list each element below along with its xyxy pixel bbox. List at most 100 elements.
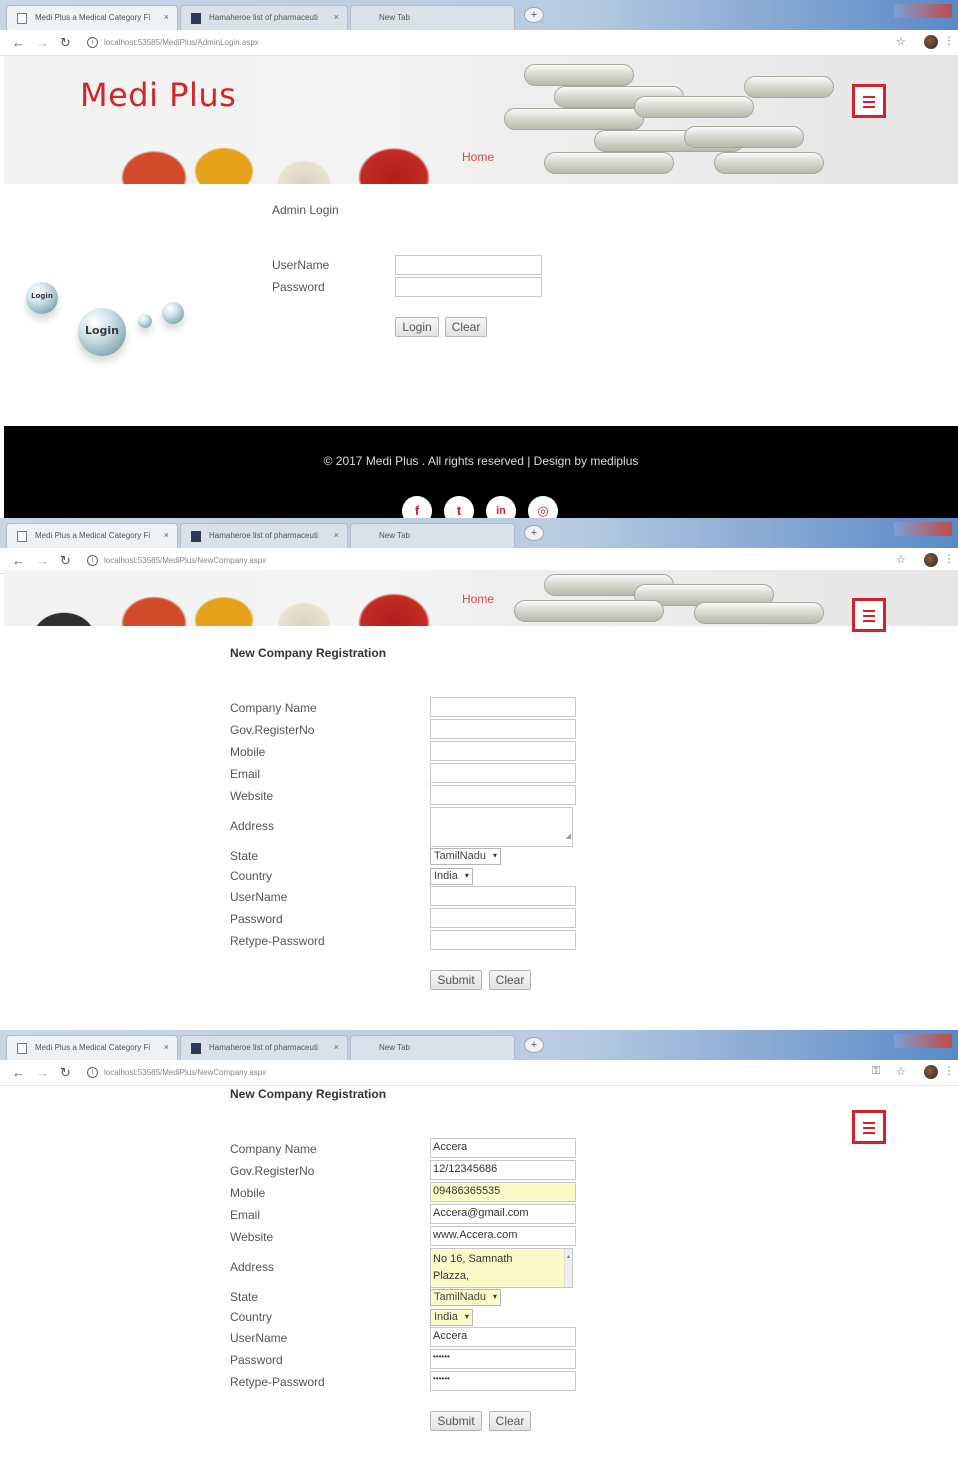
window-controls[interactable] (894, 4, 952, 18)
url-field[interactable]: localhost:53585/MediPlus/AdminLogin.aspx (104, 38, 259, 47)
facebook-icon[interactable]: f (402, 496, 432, 518)
password-label: Password (230, 912, 283, 926)
profile-avatar[interactable] (924, 35, 938, 49)
new-tab-icon[interactable]: + (524, 7, 544, 23)
forward-icon[interactable]: → (36, 35, 49, 50)
dropdown-arrow-icon: ▾ (464, 1312, 469, 1321)
country-label: Country (230, 869, 273, 883)
forward-icon[interactable]: → (36, 553, 49, 568)
password-label: Password (272, 280, 325, 294)
textarea-scrollbar[interactable]: ▴▾ (564, 1249, 572, 1287)
url-field[interactable]: localhost:53585/MediPlus/NewCompany.aspx (104, 556, 266, 565)
menu-dots-icon[interactable]: ⋮ (944, 554, 954, 565)
browser-tab[interactable]: New Tab (350, 523, 515, 548)
site-banner: Home (4, 570, 958, 626)
menu-dots-icon[interactable]: ⋮ (944, 1066, 954, 1077)
dropdown-arrow-icon: ▾ (464, 871, 469, 880)
new-tab-icon[interactable]: + (524, 525, 544, 541)
browser-tab[interactable]: Hamaheroe list of pharmaceuti × (180, 1035, 348, 1060)
reload-icon[interactable]: ↻ (60, 35, 71, 51)
state-select[interactable]: TamilNadu ▾ (430, 1289, 501, 1306)
browser-tab[interactable]: Hamaheroe list of pharmaceuti × (180, 5, 348, 30)
dribbble-icon[interactable]: ◎ (528, 496, 558, 518)
close-icon[interactable]: × (164, 530, 169, 540)
reload-icon[interactable]: ↻ (60, 553, 71, 569)
submit-button[interactable]: Submit (430, 1411, 482, 1431)
info-icon[interactable]: i (87, 37, 98, 48)
twitter-icon[interactable]: t (444, 496, 474, 518)
mobile-input[interactable]: 09486365535 (430, 1182, 576, 1202)
website-input[interactable]: www.Accera.com (430, 1226, 576, 1246)
company-name-input[interactable] (430, 697, 576, 717)
hamburger-menu-icon[interactable] (852, 598, 886, 632)
linkedin-icon[interactable]: in (486, 496, 516, 518)
register-no-input[interactable]: 12/12345686 (430, 1160, 576, 1180)
browser-tab-active[interactable]: Medi Plus a Medical Category Fi × (6, 523, 178, 548)
url-field[interactable]: localhost:53585/MediPlus/NewCompany.aspx (104, 1068, 266, 1077)
decorative-ball (162, 302, 184, 324)
username-input[interactable] (430, 886, 576, 906)
close-icon[interactable]: × (334, 530, 339, 540)
website-input[interactable] (430, 785, 576, 805)
home-link[interactable]: Home (462, 150, 494, 164)
window-controls[interactable] (894, 1034, 952, 1048)
star-icon[interactable]: ☆ (896, 553, 906, 566)
info-icon[interactable]: i (87, 1067, 98, 1078)
browser-tab-active[interactable]: Medi Plus a Medical Category Fi × (6, 5, 178, 30)
browser-tab[interactable]: New Tab (350, 1035, 515, 1060)
username-label: UserName (230, 890, 288, 904)
reload-icon[interactable]: ↻ (60, 1065, 71, 1081)
menu-dots-icon[interactable]: ⋮ (944, 36, 954, 47)
browser-tab[interactable]: Hamaheroe list of pharmaceuti × (180, 523, 348, 548)
tab-title: Hamaheroe list of pharmaceuti (209, 1043, 318, 1052)
password-input[interactable] (430, 908, 576, 928)
resize-handle-icon[interactable]: ◢ (566, 828, 571, 845)
clear-button[interactable]: Clear (489, 1411, 531, 1431)
username-input[interactable]: Accera (430, 1327, 576, 1347)
register-no-input[interactable] (430, 719, 576, 739)
info-icon[interactable]: i (87, 555, 98, 566)
star-icon[interactable]: ☆ (896, 35, 906, 48)
mobile-input[interactable] (430, 741, 576, 761)
forward-icon[interactable]: → (36, 1065, 49, 1080)
profile-avatar[interactable] (924, 1065, 938, 1079)
retype-password-input[interactable]: •••••• (430, 1371, 576, 1391)
dropdown-arrow-icon: ▾ (492, 851, 497, 860)
back-icon[interactable]: ← (12, 553, 25, 568)
submit-button[interactable]: Submit (430, 970, 482, 990)
clear-button[interactable]: Clear (445, 317, 487, 337)
login-button[interactable]: Login (395, 317, 439, 337)
username-input[interactable] (395, 255, 542, 275)
new-tab-icon[interactable]: + (524, 1037, 544, 1053)
browser-tab-bar: Medi Plus a Medical Category Fi × Hamahe… (0, 0, 958, 30)
password-input[interactable] (395, 277, 542, 297)
browser-tab[interactable]: New Tab (350, 5, 515, 30)
country-select[interactable]: India ▾ (430, 868, 473, 885)
home-link[interactable]: Home (462, 592, 494, 606)
window-controls[interactable] (894, 522, 952, 536)
close-icon[interactable]: × (164, 1042, 169, 1052)
hamburger-menu-icon[interactable] (852, 1110, 886, 1144)
site-logo-title[interactable]: Medi Plus (80, 76, 236, 114)
hamburger-menu-icon[interactable] (852, 84, 886, 118)
email-input[interactable] (430, 763, 576, 783)
close-icon[interactable]: × (334, 1042, 339, 1052)
back-icon[interactable]: ← (12, 1065, 25, 1080)
browser-tab-active[interactable]: Medi Plus a Medical Category Fi × (6, 1035, 178, 1060)
password-input[interactable]: •••••• (430, 1349, 576, 1369)
retype-password-input[interactable] (430, 930, 576, 950)
state-select[interactable]: TamilNadu ▾ (430, 848, 501, 865)
clear-button[interactable]: Clear (489, 970, 531, 990)
close-icon[interactable]: × (164, 12, 169, 22)
close-icon[interactable]: × (334, 12, 339, 22)
email-input[interactable]: Accera@gmail.com (430, 1204, 576, 1224)
site-icon (191, 1043, 201, 1054)
key-icon[interactable]: ⚿ (872, 1065, 880, 1078)
address-textarea[interactable]: No 16, Samnath Plazza, ▴▾ (430, 1248, 573, 1288)
back-icon[interactable]: ← (12, 35, 25, 50)
address-textarea[interactable]: ◢ (430, 807, 573, 847)
profile-avatar[interactable] (924, 553, 938, 567)
country-select[interactable]: India ▾ (430, 1309, 473, 1326)
star-icon[interactable]: ☆ (896, 1065, 906, 1078)
company-name-input[interactable]: Accera (430, 1138, 576, 1158)
